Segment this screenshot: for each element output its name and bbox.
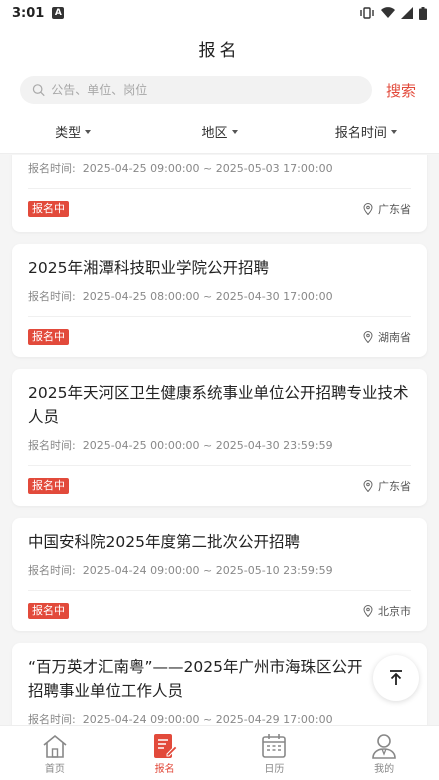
status-badge: 报名中 [28, 329, 69, 345]
job-card-footer: 报名中 北京市 [28, 591, 411, 631]
filter-time[interactable]: 报名时间 [293, 122, 439, 141]
job-card-location: 广东省 [363, 201, 411, 217]
back-to-top-button[interactable] [373, 655, 419, 701]
home-icon [43, 734, 67, 758]
filter-region-label: 地区 [201, 126, 228, 141]
job-card[interactable]: 中国安科院2025年度第二批次公开招聘 报名时间: 2025-04-24 09:… [12, 518, 427, 631]
tab-profile[interactable]: 我的 [329, 726, 439, 780]
search-button[interactable]: 搜索 [386, 80, 416, 101]
search-box[interactable] [20, 76, 372, 104]
location-pin-icon [363, 203, 373, 215]
job-card[interactable]: 报名时间: 2025-04-25 09:00:00 ~ 2025-05-03 1… [12, 155, 427, 232]
notification-icon: A [52, 7, 65, 19]
arrow-up-icon [390, 670, 402, 685]
filter-type-label: 类型 [55, 126, 82, 141]
job-card-time: 报名时间: 2025-04-25 08:00:00 ~ 2025-04-30 1… [28, 288, 411, 317]
search-icon [32, 84, 45, 97]
caret-down-icon [231, 129, 238, 134]
job-card-location: 湖南省 [363, 329, 411, 345]
status-badge: 报名中 [28, 603, 69, 619]
tab-home[interactable]: 首页 [0, 726, 110, 780]
page-title-text: 报名 [198, 40, 241, 61]
job-card-time: 报名时间: 2025-04-24 09:00:00 ~ 2025-05-10 2… [28, 562, 411, 591]
tab-calendar[interactable]: 日历 [220, 726, 330, 780]
filter-time-label: 报名时间 [334, 126, 387, 141]
job-card-time: 报名时间: 2025-04-25 00:00:00 ~ 2025-04-30 2… [28, 437, 411, 466]
location-pin-icon [363, 480, 373, 492]
status-icons [359, 6, 427, 20]
job-card-time: 报名时间: 2025-04-24 09:00:00 ~ 2025-04-29 1… [28, 711, 411, 725]
job-card-footer: 报名中 广东省 [28, 466, 411, 506]
calendar-icon [262, 733, 287, 758]
filter-bar: 类型 地区 报名时间 [0, 110, 439, 154]
job-card-title: 2025年湘潭科技职业学院公开招聘 [28, 259, 269, 277]
wifi-icon [381, 7, 395, 19]
tab-calendar-label: 日历 [264, 763, 285, 775]
search-row: 搜索 [0, 70, 439, 110]
job-card-footer: 报名中 湖南省 [28, 317, 411, 357]
signup-icon [153, 733, 178, 758]
job-card[interactable]: 2025年天河区卫生健康系统事业单位公开招聘专业技术人员 报名时间: 2025-… [12, 369, 427, 506]
status-badge: 报名中 [28, 201, 69, 217]
bottom-tab-bar: 首页 报名 日历 我的 [0, 725, 439, 780]
filter-region[interactable]: 地区 [146, 122, 292, 141]
tab-signup-label: 报名 [154, 763, 175, 775]
battery-icon [419, 6, 427, 20]
job-card-time: 报名时间: 2025-04-25 09:00:00 ~ 2025-05-03 1… [28, 160, 411, 189]
caret-down-icon [85, 129, 92, 134]
job-card-location: 北京市 [363, 603, 411, 619]
location-pin-icon [363, 605, 373, 617]
job-card-location: 广东省 [363, 478, 411, 494]
job-card-title: 2025年天河区卫生健康系统事业单位公开招聘专业技术人员 [28, 384, 409, 426]
job-card[interactable]: 2025年湘潭科技职业学院公开招聘 报名时间: 2025-04-25 08:00… [12, 244, 427, 357]
vibrate-icon [360, 7, 374, 19]
caret-down-icon [390, 129, 397, 134]
filter-type[interactable]: 类型 [0, 122, 146, 141]
status-badge: 报名中 [28, 478, 69, 494]
tab-signup[interactable]: 报名 [110, 726, 220, 780]
status-time: 3:01 [12, 5, 45, 21]
job-card-title: “百万英才汇南粤”——2025年广州市海珠区公开招聘事业单位工作人员 [28, 658, 363, 700]
job-card-title: 中国安科院2025年度第二批次公开招聘 [28, 533, 300, 551]
job-card[interactable]: “百万英才汇南粤”——2025年广州市海珠区公开招聘事业单位工作人员 报名时间:… [12, 643, 427, 725]
location-pin-icon [363, 331, 373, 343]
signal-icon [401, 7, 413, 19]
status-bar: 3:01 A [0, 0, 439, 26]
page-title: 报名 [0, 26, 439, 70]
job-card-footer: 报名中 广东省 [28, 189, 411, 229]
job-list: 报名时间: 2025-04-25 09:00:00 ~ 2025-05-03 1… [0, 155, 439, 725]
search-input[interactable] [51, 83, 360, 97]
profile-icon [372, 733, 396, 759]
tab-profile-label: 我的 [374, 763, 395, 775]
tab-home-label: 首页 [44, 763, 65, 775]
